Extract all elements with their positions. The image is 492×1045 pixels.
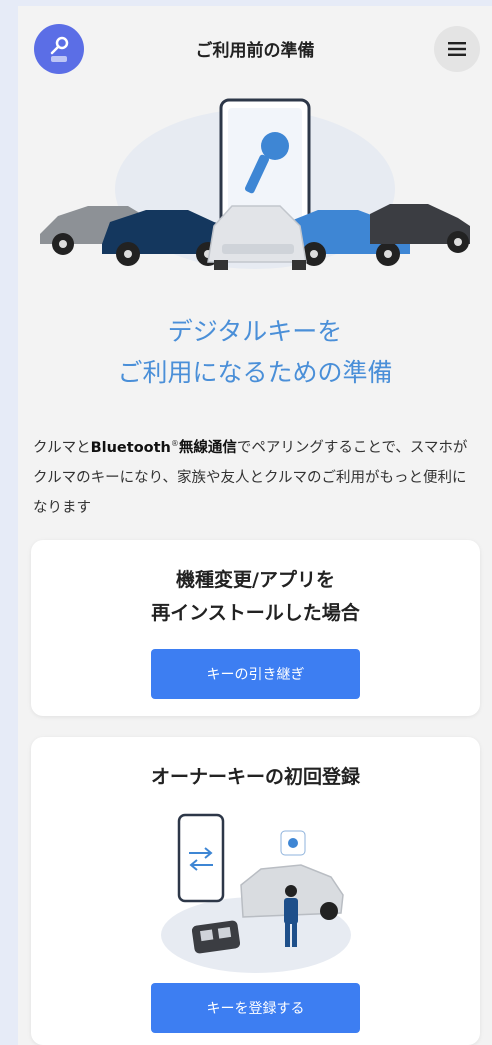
bluetooth-label: Bluetooth xyxy=(90,439,171,456)
wireless-label: 無線通信 xyxy=(178,439,237,456)
key-transfer-card-title: 機種変更/アプリを 再インストールした場合 xyxy=(31,564,480,630)
intro-text-part-1: クルマと xyxy=(33,439,91,456)
hamburger-menu-icon[interactable] xyxy=(434,26,480,72)
owner-key-registration-card: オーナーキーの初回登録 キーを登録する xyxy=(31,737,480,1045)
main-heading-line-1: デジタルキーを xyxy=(167,317,343,346)
key-registration-illustration xyxy=(161,813,351,973)
register-key-button[interactable]: キーを登録する xyxy=(151,983,360,1033)
key-transfer-card: 機種変更/アプリを 再インストールした場合 キーの引き継ぎ xyxy=(31,540,480,716)
page-title: ご利用前の準備 xyxy=(195,41,315,61)
app-header: ご利用前の準備 xyxy=(18,6,492,94)
app-screen: ご利用前の準備 デジタルキーを ご利用になるための準備 クルマとBluetoot… xyxy=(18,6,492,1045)
registered-mark: ® xyxy=(170,439,179,448)
digital-key-cars-illustration xyxy=(40,98,470,270)
key-transfer-button[interactable]: キーの引き継ぎ xyxy=(151,649,360,699)
intro-paragraph: クルマとBluetooth®無線通信でペアリングすることで、スマホがクルマのキー… xyxy=(33,429,478,523)
owner-key-registration-title: オーナーキーの初回登録 xyxy=(150,766,360,788)
key-transfer-title-line-1: 機種変更/アプリを xyxy=(176,569,335,591)
key-transfer-title-line-2: 再インストールした場合 xyxy=(151,602,360,624)
main-heading: デジタルキーを ご利用になるための準備 xyxy=(18,311,492,393)
main-heading-line-2: ご利用になるための準備 xyxy=(117,358,393,387)
